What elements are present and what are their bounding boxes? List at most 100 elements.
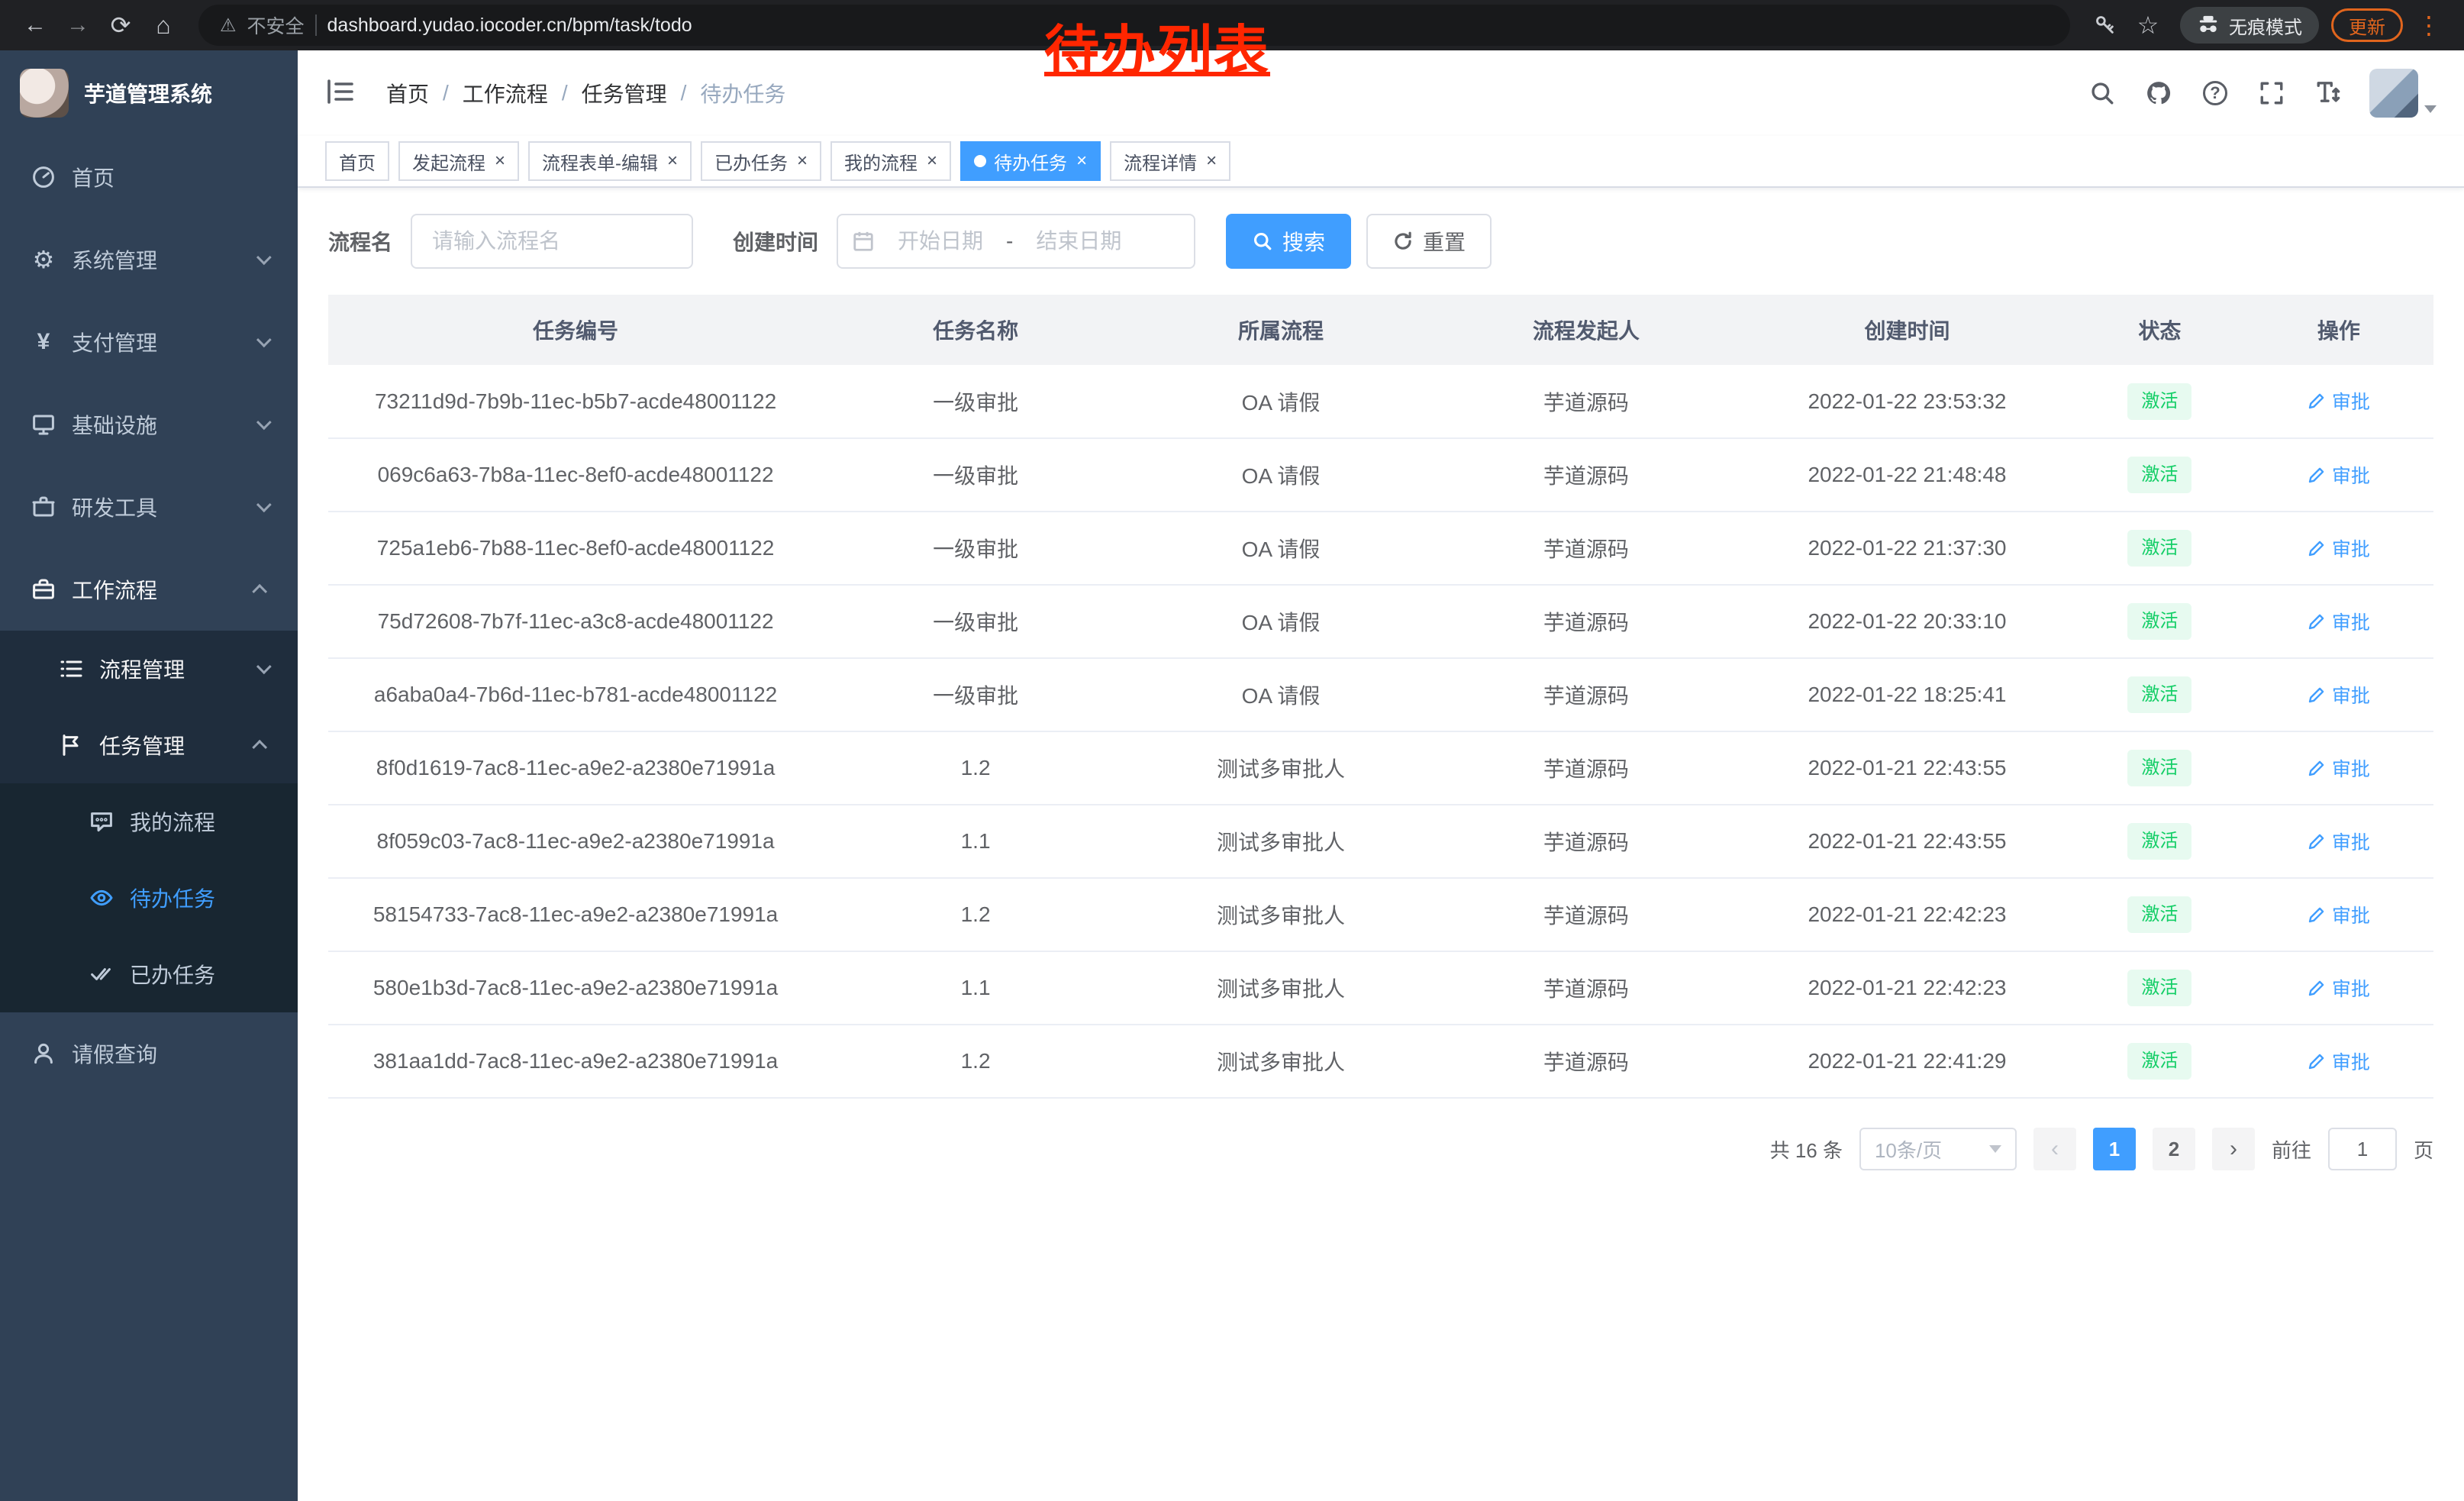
refresh-icon[interactable]: [101, 5, 140, 45]
tab-process-detail[interactable]: 流程详情: [1110, 141, 1230, 181]
incognito-label: 无痕模式: [2229, 12, 2302, 39]
tab-todo-tasks[interactable]: 待办任务: [960, 141, 1101, 181]
sidebar-item-home[interactable]: 首页: [0, 136, 298, 218]
col-task-id: 任务编号: [328, 295, 823, 365]
tab-done-tasks[interactable]: 已办任务: [701, 141, 821, 181]
cell-starter: 芋道源码: [1434, 878, 1739, 951]
filter-bar: 流程名 创建时间 - 搜索: [328, 214, 2433, 269]
tab-label: 发起流程: [412, 148, 485, 175]
approve-link[interactable]: 审批: [2308, 534, 2370, 562]
approve-link[interactable]: 审批: [2308, 828, 2370, 855]
breadcrumb-workflow[interactable]: 工作流程: [463, 78, 548, 108]
reset-button[interactable]: 重置: [1366, 214, 1492, 269]
help-icon[interactable]: [2200, 78, 2230, 108]
sidebar-item-payment[interactable]: 支付管理: [0, 301, 298, 383]
approve-link-label: 审批: [2332, 828, 2370, 855]
browser-menu-icon[interactable]: [2409, 5, 2449, 45]
fullscreen-icon[interactable]: [2256, 78, 2287, 108]
approve-link-label: 审批: [2332, 681, 2370, 709]
tab-close-icon[interactable]: [1076, 152, 1087, 170]
create-time-label: 创建时间: [733, 226, 818, 257]
cell-process: 测试多审批人: [1128, 1025, 1434, 1098]
logo-bar[interactable]: 芋道管理系统: [0, 50, 298, 136]
url-text[interactable]: dashboard.yudao.iocoder.cn/bpm/task/todo: [327, 15, 692, 37]
sidebar-item-process-mgmt[interactable]: 流程管理: [0, 631, 298, 707]
status-badge: 激活: [2127, 457, 2191, 493]
back-icon[interactable]: [15, 5, 55, 45]
next-page-button[interactable]: [2212, 1128, 2255, 1170]
page-button-2[interactable]: 2: [2153, 1128, 2195, 1170]
update-button[interactable]: 更新: [2331, 8, 2403, 42]
cell-task-id: 069c6a63-7b8a-11ec-8ef0-acde48001122: [328, 438, 823, 512]
approve-link-label: 审批: [2332, 534, 2370, 562]
prev-page-button[interactable]: [2033, 1128, 2076, 1170]
breadcrumb-separator: /: [443, 81, 449, 105]
tab-home[interactable]: 首页: [325, 141, 389, 181]
goto-page-input[interactable]: [2328, 1128, 2397, 1170]
logo-avatar: [20, 69, 69, 118]
process-name-input[interactable]: [411, 214, 693, 269]
approve-link[interactable]: 审批: [2308, 1047, 2370, 1075]
sidebar-item-leave-query[interactable]: 请假查询: [0, 1012, 298, 1095]
approve-link[interactable]: 审批: [2308, 387, 2370, 415]
approve-link[interactable]: 审批: [2308, 608, 2370, 635]
sidebar-item-workflow[interactable]: 工作流程: [0, 548, 298, 631]
approve-link[interactable]: 审批: [2308, 754, 2370, 782]
eye-icon: [89, 885, 114, 911]
star-icon[interactable]: [2128, 5, 2168, 45]
edit-icon: [2308, 979, 2326, 997]
address-bar[interactable]: 不安全 dashboard.yudao.iocoder.cn/bpm/task/…: [198, 5, 2070, 46]
briefcase-icon: [31, 576, 56, 602]
content: 流程名 创建时间 - 搜索: [298, 188, 2464, 1501]
cell-status: 激活: [2075, 365, 2244, 438]
approve-link[interactable]: 审批: [2308, 974, 2370, 1002]
approve-link[interactable]: 审批: [2308, 461, 2370, 489]
cell-created: 2022-01-21 22:42:23: [1739, 878, 2075, 951]
chevron-up-icon: [252, 740, 267, 755]
search-icon[interactable]: [2087, 78, 2117, 108]
breadcrumb-task-mgmt[interactable]: 任务管理: [582, 78, 667, 108]
page-size-select[interactable]: 10条/页: [1859, 1128, 2017, 1170]
user-avatar[interactable]: [2369, 69, 2418, 118]
tab-start-process[interactable]: 发起流程: [398, 141, 519, 181]
key-icon[interactable]: [2085, 5, 2125, 45]
sidebar-item-todo-tasks[interactable]: 待办任务: [0, 860, 298, 936]
sidebar-item-infrastructure[interactable]: 基础设施: [0, 383, 298, 466]
tab-form-edit[interactable]: 流程表单-编辑: [528, 141, 692, 181]
sidebar-item-my-process[interactable]: 我的流程: [0, 783, 298, 860]
cell-starter: 芋道源码: [1434, 805, 1739, 878]
date-range-picker[interactable]: -: [837, 214, 1195, 269]
security-label: 不安全: [247, 11, 305, 39]
home-icon[interactable]: [144, 5, 183, 45]
chevron-down-icon: [256, 250, 272, 265]
page-button-1[interactable]: 1: [2093, 1128, 2136, 1170]
edit-icon: [2308, 612, 2326, 631]
font-size-icon[interactable]: [2313, 78, 2343, 108]
cell-task-id: 58154733-7ac8-11ec-a9e2-a2380e71991a: [328, 878, 823, 951]
github-icon[interactable]: [2143, 78, 2174, 108]
sidebar-collapse-icon[interactable]: [325, 76, 359, 110]
tab-close-icon[interactable]: [495, 152, 505, 170]
approve-link[interactable]: 审批: [2308, 681, 2370, 709]
tab-close-icon[interactable]: [1206, 152, 1217, 170]
cell-task-name: 1.2: [823, 878, 1128, 951]
tab-close-icon[interactable]: [927, 152, 937, 170]
start-date-input[interactable]: [881, 229, 1000, 253]
sidebar-item-task-mgmt[interactable]: 任务管理: [0, 707, 298, 783]
user-menu[interactable]: [2369, 69, 2437, 118]
tab-close-icon[interactable]: [797, 152, 808, 170]
cell-task-id: 73211d9d-7b9b-11ec-b5b7-acde48001122: [328, 365, 823, 438]
approve-link[interactable]: 审批: [2308, 901, 2370, 928]
col-actions: 操作: [2244, 295, 2433, 365]
search-button[interactable]: 搜索: [1226, 214, 1351, 269]
sidebar-item-system[interactable]: 系统管理: [0, 218, 298, 301]
cell-created: 2022-01-22 21:48:48: [1739, 438, 2075, 512]
sidebar-item-done-tasks[interactable]: 已办任务: [0, 936, 298, 1012]
sidebar-item-devtools[interactable]: 研发工具: [0, 466, 298, 548]
table-row: 8f059c03-7ac8-11ec-a9e2-a2380e71991a 1.1…: [328, 805, 2433, 878]
forward-icon[interactable]: [58, 5, 98, 45]
tab-my-process[interactable]: 我的流程: [830, 141, 951, 181]
breadcrumb-home[interactable]: 首页: [386, 78, 429, 108]
end-date-input[interactable]: [1019, 229, 1138, 253]
tab-close-icon[interactable]: [667, 152, 678, 170]
